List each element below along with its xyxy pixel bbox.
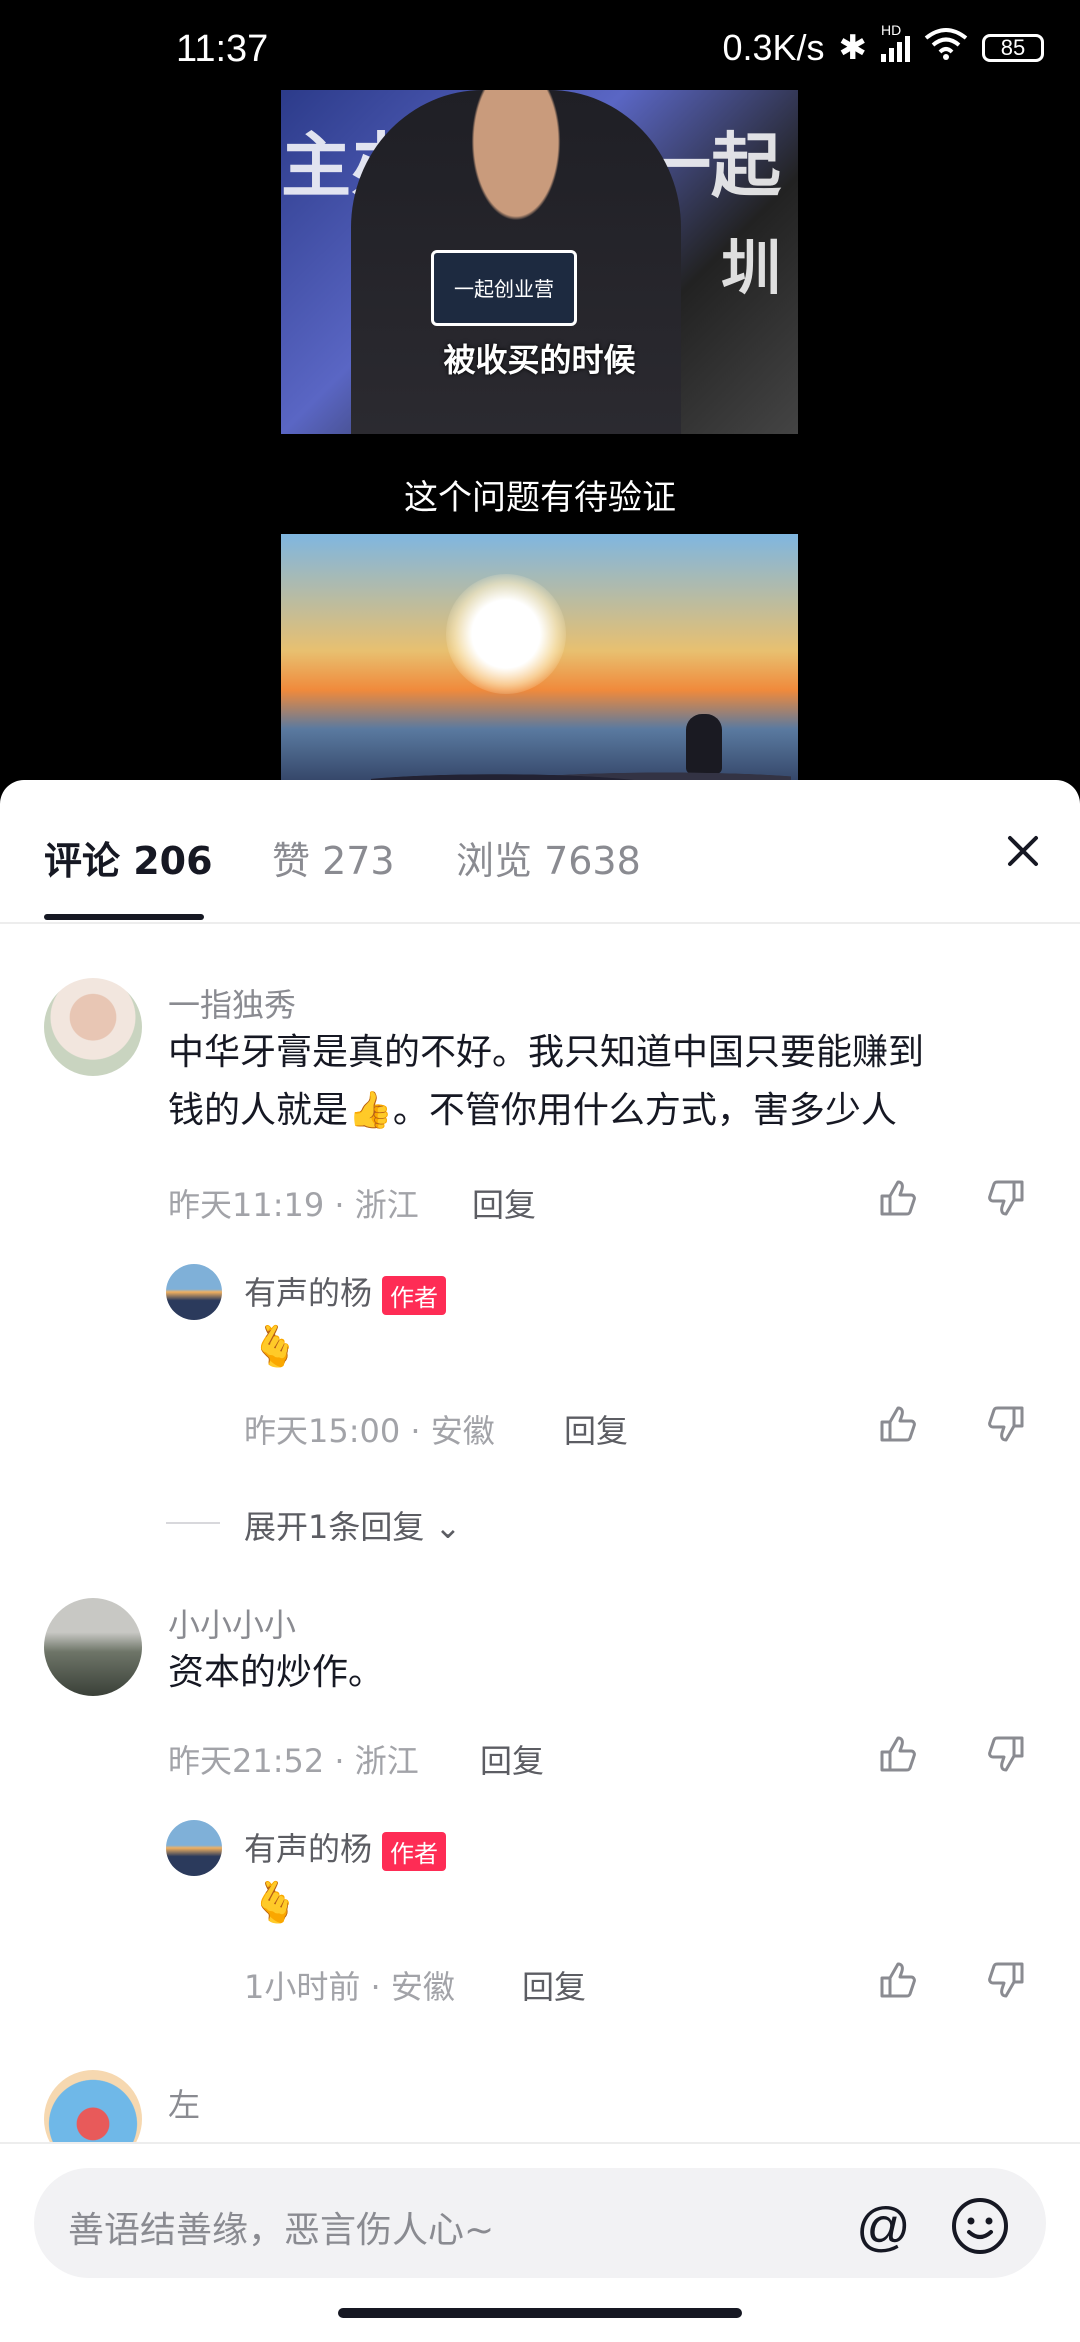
mention-icon[interactable]: @ <box>856 2196 916 2257</box>
reply-button[interactable]: 回复 <box>564 1406 628 1452</box>
status-icons: 0.3K/s ✱ HD 85 <box>722 22 1044 69</box>
video-player[interactable]: 主办 一起 圳 一起创业营 被收买的时候 这个问题有待验证 <box>0 90 1080 790</box>
expand-replies-button[interactable]: 展开1条回复 ⌄ <box>244 1502 461 1548</box>
reply-username[interactable]: 有声的杨 作者 <box>244 1268 447 1315</box>
microphone-icon: 一起创业营 <box>431 250 577 326</box>
comment-meta: 昨天21:52 · 浙江 <box>168 1742 419 1780</box>
video-subtitle: 这个问题有待验证 <box>404 478 676 518</box>
comment-input-placeholder: 善语结善缘，恶言伤人心~ <box>68 2210 495 2251</box>
hd-label: HD <box>881 21 902 38</box>
dislike-icon[interactable] <box>984 1176 1028 1220</box>
network-speed: 0.3K/s <box>722 26 825 68</box>
dislike-icon[interactable] <box>984 1958 1028 2002</box>
reply-button[interactable]: 回复 <box>522 1962 586 2008</box>
comment-text-line: 中华牙膏是真的不好。我只知道中国只要能赚到 <box>168 1032 925 1073</box>
comment-text-line: 。不管你用什么方式，害多少人 <box>392 1090 897 1131</box>
avatar[interactable] <box>166 1820 222 1876</box>
dislike-icon[interactable] <box>984 1732 1028 1776</box>
battery-level: 85 <box>1000 34 1026 60</box>
status-time: 11:37 <box>176 28 269 70</box>
dislike-icon[interactable] <box>984 1402 1028 1446</box>
reply-text: 🫰 <box>250 1880 300 1926</box>
reply-button[interactable]: 回复 <box>472 1180 536 1226</box>
mic-label: 一起创业营 <box>454 277 554 301</box>
reply-username-text: 有声的杨 <box>244 1274 373 1312</box>
signal-icon: HD <box>881 22 910 62</box>
video-frame-sunset <box>281 534 798 790</box>
like-icon[interactable] <box>876 1958 920 2002</box>
expand-replies-label: 展开1条回复 <box>244 1508 425 1546</box>
author-badge: 作者 <box>382 1275 447 1315</box>
tab-likes[interactable]: 赞 273 <box>272 830 395 885</box>
comment-username[interactable]: 一指独秀 <box>168 980 296 1026</box>
comment-input[interactable]: 善语结善缘，恶言伤人心~ @ <box>34 2168 1046 2278</box>
home-indicator[interactable] <box>338 2308 742 2318</box>
like-icon[interactable] <box>876 1402 920 1446</box>
reply-meta: 1小时前 · 安徽 <box>244 1968 455 2006</box>
author-badge: 作者 <box>382 1831 447 1871</box>
expand-divider <box>166 1522 220 1524</box>
avatar[interactable] <box>166 1264 222 1320</box>
comment-text-line: 钱的人就是 <box>168 1090 349 1131</box>
status-bar: 11:37 0.3K/s ✱ HD 85 <box>0 0 1080 90</box>
comment-text: 中华牙膏是真的不好。我只知道中国只要能赚到 钱的人就是👍。不管你用什么方式，害多… <box>168 1024 1048 1140</box>
tab-comments[interactable]: 评论 206 <box>44 830 213 885</box>
chevron-down-icon: ⌄ <box>434 1508 462 1546</box>
tab-underline <box>44 914 204 920</box>
close-icon[interactable] <box>1000 828 1046 874</box>
comment-meta: 昨天11:19 · 浙江 <box>168 1186 419 1224</box>
like-icon[interactable] <box>876 1176 920 1220</box>
comment-text: 资本的炒作。 <box>168 1652 385 1693</box>
reply-meta: 昨天15:00 · 安徽 <box>244 1412 495 1450</box>
tab-bar: 评论 206 赞 273 浏览 7638 <box>0 780 1080 924</box>
comment-username[interactable]: 小小小小 <box>168 1600 296 1646</box>
bluetooth-icon: ✱ <box>838 28 868 67</box>
reply-text: 🫰 <box>250 1324 300 1370</box>
comments-sheet: 评论 206 赞 273 浏览 7638 一指独秀 中华牙膏是真的不好。我只知道… <box>0 780 1080 2340</box>
reply-button[interactable]: 回复 <box>480 1736 544 1782</box>
reply-username[interactable]: 有声的杨 作者 <box>244 1824 447 1871</box>
frame-caption: 被收买的时候 <box>443 341 636 379</box>
frame-bg-text-right2: 圳 <box>721 234 781 304</box>
video-frame-speaker: 主办 一起 圳 一起创业营 被收买的时候 <box>281 90 798 434</box>
comment-username[interactable]: 左 <box>168 2080 200 2126</box>
emoji-icon[interactable] <box>950 2196 1010 2256</box>
battery-icon: 85 <box>982 33 1044 62</box>
avatar[interactable] <box>44 978 142 1076</box>
like-icon[interactable] <box>876 1732 920 1776</box>
sun-image <box>446 574 566 694</box>
thumbs-up-emoji: 👍 <box>348 1090 393 1131</box>
wifi-icon <box>924 26 968 69</box>
reply-username-text: 有声的杨 <box>244 1830 373 1868</box>
tab-views[interactable]: 浏览 7638 <box>456 830 641 885</box>
avatar[interactable] <box>44 1598 142 1696</box>
